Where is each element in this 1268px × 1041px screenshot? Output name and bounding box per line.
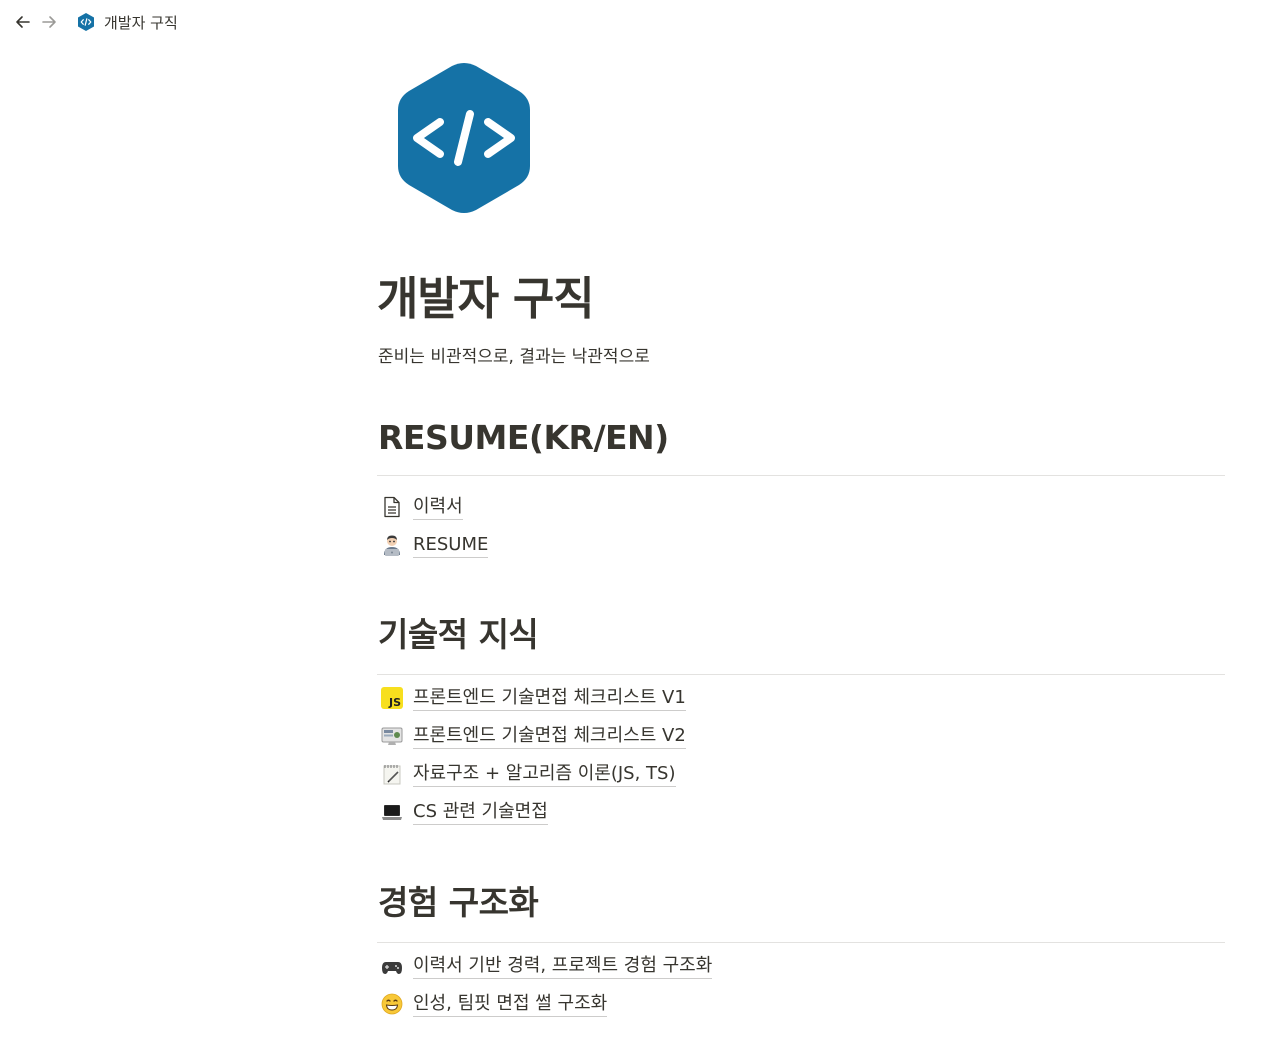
page-link-personality-interview[interactable]: 인성, 팀핏 면접 썰 구조화 bbox=[377, 989, 608, 1019]
document-icon bbox=[380, 495, 404, 519]
page-link-cs-interview[interactable]: CS 관련 기술면접 bbox=[377, 797, 548, 827]
arrow-left-icon bbox=[16, 16, 30, 28]
breadcrumb[interactable]: 개발자 구직 bbox=[72, 9, 182, 35]
page-link-label: 자료구조 + 알고리즘 이론(JS, TS) bbox=[413, 762, 676, 787]
page-link-label: 프론트엔드 기술면접 체크리스트 V1 bbox=[413, 686, 686, 711]
section-experience: 경험 구조화 bbox=[377, 876, 1225, 943]
technologist-icon bbox=[380, 533, 404, 557]
page-link-label: 인성, 팀핏 면접 썰 구조화 bbox=[413, 992, 608, 1017]
divider bbox=[377, 475, 1225, 476]
page-link-resume-en[interactable]: RESUME bbox=[377, 530, 489, 560]
gamepad-icon bbox=[380, 954, 404, 978]
breadcrumb-title: 개발자 구직 bbox=[104, 13, 178, 32]
arrow-right-icon bbox=[42, 16, 56, 28]
divider bbox=[377, 674, 1225, 675]
page-link-frontend-v2[interactable]: 프론트엔드 기술면접 체크리스트 V2 bbox=[377, 721, 686, 751]
section-tech-knowledge: 기술적 지식 bbox=[377, 608, 1225, 675]
section-heading: 경험 구조화 bbox=[378, 883, 539, 922]
laptop-icon bbox=[380, 800, 404, 824]
notepad-icon bbox=[380, 762, 404, 786]
page-subtitle: 준비는 비관적으로, 결과는 낙관적으로 bbox=[378, 347, 650, 367]
page-title: 개발자 구직 bbox=[377, 272, 595, 325]
code-hexagon-icon[interactable] bbox=[397, 62, 531, 214]
page-link-label: 프론트엔드 기술면접 체크리스트 V2 bbox=[413, 724, 686, 749]
monitor-icon bbox=[380, 724, 404, 748]
divider bbox=[377, 942, 1225, 943]
topbar: 개발자 구직 bbox=[0, 0, 1268, 44]
page-link-label: RESUME bbox=[413, 533, 489, 558]
back-button[interactable] bbox=[10, 9, 36, 35]
page-link-career-structuring[interactable]: 이력서 기반 경력, 프로젝트 경험 구조화 bbox=[377, 951, 713, 981]
page-link-resume-kr[interactable]: 이력서 bbox=[377, 492, 463, 522]
svg-text:JS: JS bbox=[388, 696, 401, 709]
page-link-frontend-v1[interactable]: JS 프론트엔드 기술면접 체크리스트 V1 bbox=[377, 683, 686, 713]
page-link-label: 이력서 기반 경력, 프로젝트 경험 구조화 bbox=[413, 954, 713, 979]
page-link-label: 이력서 bbox=[413, 495, 463, 520]
section-heading: RESUME(KR/EN) bbox=[378, 418, 669, 457]
section-resume: RESUME(KR/EN) bbox=[377, 418, 1225, 476]
grin-icon bbox=[380, 992, 404, 1016]
page-link-data-structures[interactable]: 자료구조 + 알고리즘 이론(JS, TS) bbox=[377, 759, 676, 789]
code-hexagon-icon bbox=[78, 13, 94, 31]
section-heading: 기술적 지식 bbox=[378, 615, 539, 654]
js-icon: JS bbox=[380, 686, 404, 710]
forward-button[interactable] bbox=[36, 9, 62, 35]
page-link-label: CS 관련 기술면접 bbox=[413, 800, 548, 825]
